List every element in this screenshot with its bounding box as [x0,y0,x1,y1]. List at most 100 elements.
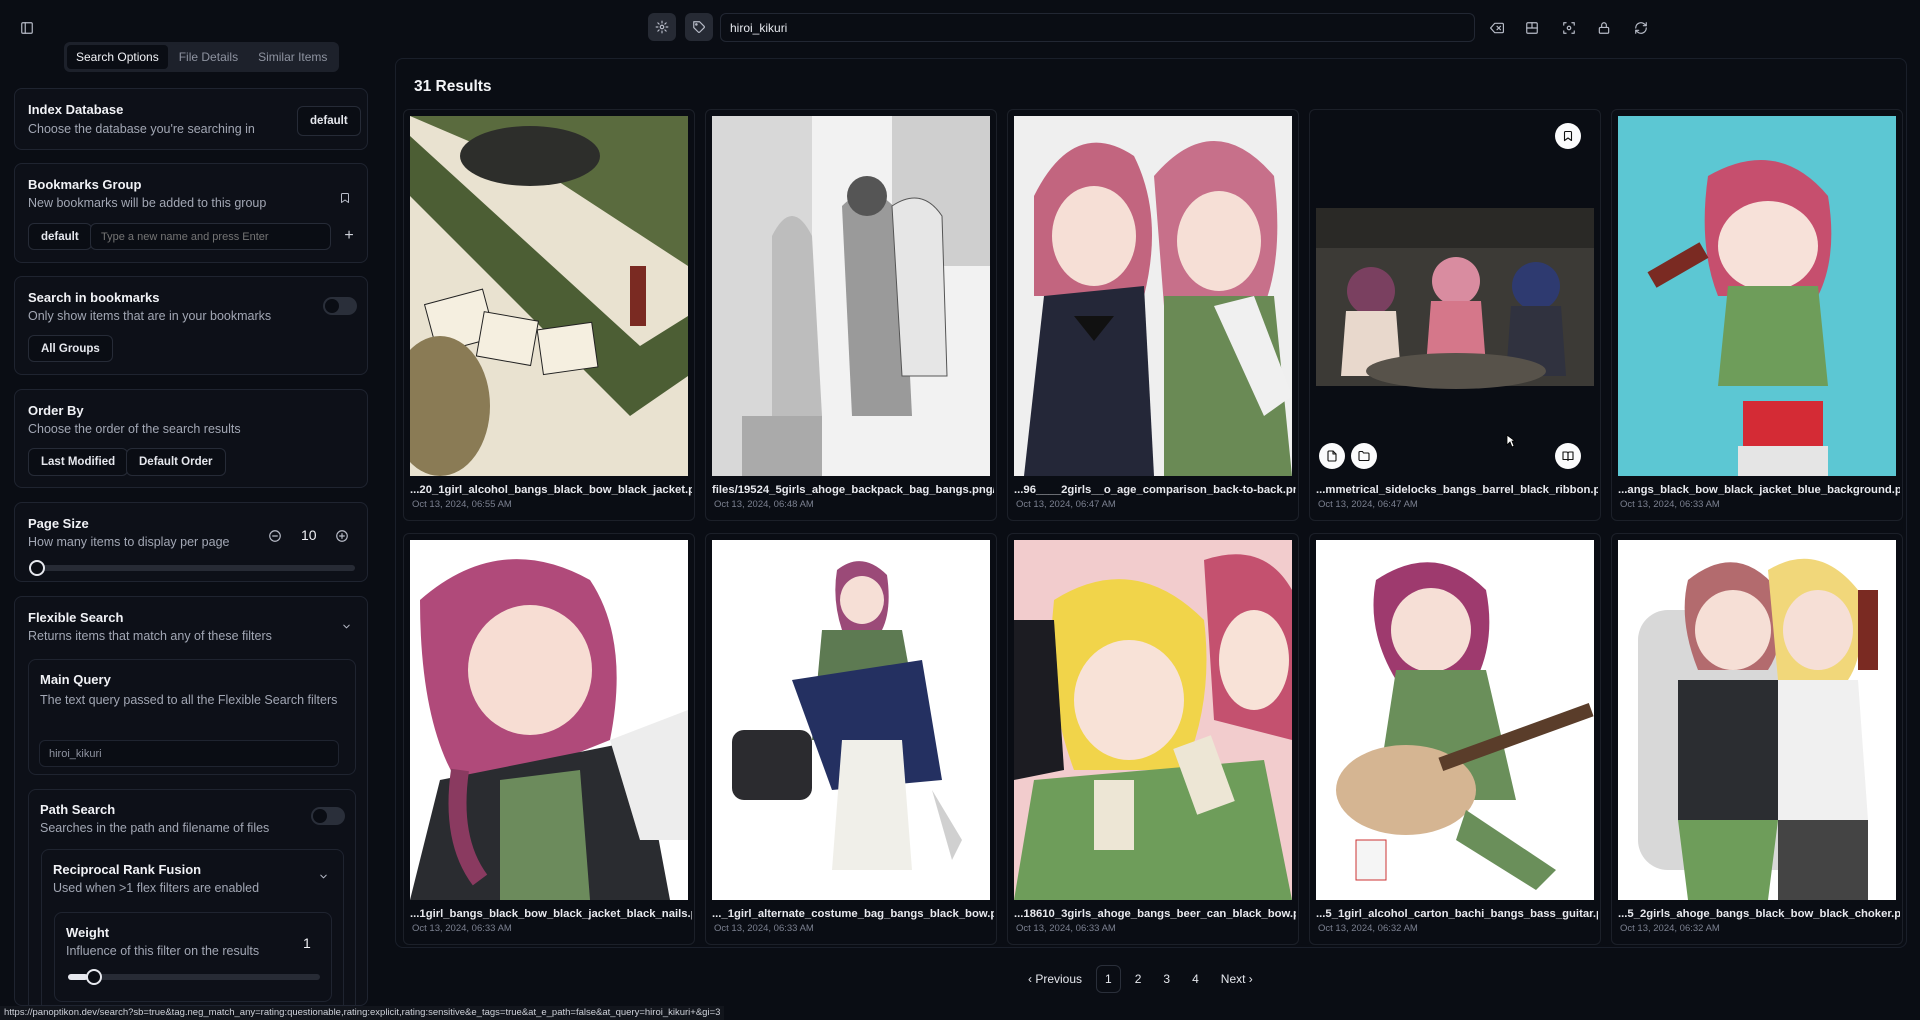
result-date: Oct 13, 2024, 06:47 AM [1016,499,1116,510]
result-filename: ...angs_black_bow_black_jacket_blue_back… [1618,484,1900,496]
rrf-card: Reciprocal Rank Fusion Used when >1 flex… [41,849,344,1005]
split-view-button[interactable] [1519,15,1545,41]
result-tile[interactable]: ...5_2girls_ahoge_bangs_black_bow_black_… [1611,533,1903,945]
main-query-input[interactable] [39,740,339,767]
result-tile[interactable]: ...mmetrical_sidelocks_bangs_barrel_blac… [1309,109,1601,521]
result-tile[interactable]: ...96____2girls__o_age_comparison_back-t… [1007,109,1299,521]
result-tile[interactable]: ...18610_3girls_ahoge_bangs_beer_can_bla… [1007,533,1299,945]
add-group-button[interactable]: + [338,225,360,247]
file-icon [1326,450,1338,462]
index-database-select[interactable]: default [297,106,361,136]
path-search-description: Searches in the path and filename of fil… [40,821,270,835]
result-date: Oct 13, 2024, 06:32 AM [1318,923,1418,934]
rrf-description: Used when >1 flex filters are enabled [53,881,260,895]
tags-button[interactable] [685,13,713,41]
results-count: 31 Results [414,78,492,95]
result-date: Oct 13, 2024, 06:33 AM [412,923,512,934]
result-tile[interactable]: files/19524_5girls_ahoge_backpack_bag_ba… [705,109,997,521]
search-in-bookmarks-toggle[interactable] [323,297,357,315]
bookmark-icon [339,192,351,204]
new-group-input[interactable] [90,223,331,250]
all-groups-button[interactable]: All Groups [28,335,113,362]
page-3-button[interactable]: 3 [1155,965,1178,993]
page-size-increment-button[interactable] [333,527,351,545]
result-thumbnail[interactable] [1316,540,1594,900]
result-filename: ...20_1girl_alcohol_bangs_black_bow_blac… [410,484,692,496]
open-file-button[interactable] [1319,443,1345,469]
result-thumbnail[interactable] [712,540,990,900]
result-tile[interactable]: ...20_1girl_alcohol_bangs_black_bow_blac… [403,109,695,521]
result-tile[interactable]: ...5_1girl_alcohol_carton_bachi_bangs_ba… [1309,533,1601,945]
open-folder-button[interactable] [1351,443,1377,469]
settings-button[interactable] [648,13,676,41]
result-thumbnail[interactable] [1618,540,1896,900]
tab-search-options[interactable]: Search Options [67,45,168,69]
chevron-down-icon [341,621,352,632]
view-details-button[interactable] [1555,443,1581,469]
result-thumbnail[interactable] [1316,116,1594,476]
sidebar-toggle-button[interactable] [14,15,40,41]
tag-icon [692,20,706,34]
flexible-search-title: Flexible Search [28,610,124,625]
bookmark-overlay-button[interactable] [1555,123,1581,149]
order-by-card: Order By Choose the order of the search … [14,389,368,488]
page-size-slider-thumb[interactable] [29,560,45,576]
settings-icon [655,20,669,34]
folder-icon [1358,450,1370,462]
result-tile[interactable]: ..._1girl_alternate_costume_bag_bangs_bl… [705,533,997,945]
bookmark-button[interactable] [333,186,357,210]
next-page-button[interactable]: Next › [1213,965,1261,993]
bookmark-group-default[interactable]: default [28,223,92,250]
result-filename: files/19524_5girls_ahoge_backpack_bag_ba… [712,484,994,496]
screenshot-icon [1562,21,1576,35]
weight-description: Influence of this filter on the results [66,944,260,958]
result-filename: ...5_2girls_ahoge_bangs_black_bow_black_… [1618,908,1900,920]
page-2-button[interactable]: 2 [1127,965,1150,993]
result-filename: ..._1girl_alternate_costume_bag_bangs_bl… [712,908,994,920]
result-thumbnail[interactable] [712,116,990,476]
page-1-button[interactable]: 1 [1096,965,1121,993]
index-database-description: Choose the database you're searching in [28,122,255,136]
refresh-button[interactable] [1628,15,1654,41]
index-database-card: Index Database Choose the database you'r… [14,88,368,150]
minus-circle-icon [268,529,282,543]
page-4-button[interactable]: 4 [1184,965,1207,993]
search-in-bookmarks-title: Search in bookmarks [28,290,160,305]
page-size-card: Page Size How many items to display per … [14,502,368,582]
lock-button[interactable] [1591,15,1617,41]
result-date: Oct 13, 2024, 06:33 AM [1620,499,1720,510]
result-thumbnail[interactable] [410,540,688,900]
rrf-collapse-button[interactable] [314,867,332,885]
previous-page-button[interactable]: ‹ Previous [1020,965,1090,993]
page-size-slider-track[interactable] [33,565,355,571]
result-filename: ...5_1girl_alcohol_carton_bachi_bangs_ba… [1316,908,1598,920]
clear-input-button[interactable] [1484,15,1510,41]
search-input[interactable] [720,13,1475,42]
tab-file-details[interactable]: File Details [170,45,247,69]
weight-title: Weight [66,925,110,940]
refresh-icon [1634,21,1648,35]
bookmarks-group-card: Bookmarks Group New bookmarks will be ad… [14,163,368,263]
weight-slider-track[interactable] [68,974,320,980]
clear-input-icon [1490,21,1504,35]
weight-slider-fill [68,974,89,980]
order-direction-select[interactable]: Default Order [126,448,226,476]
lock-icon [1597,21,1611,35]
result-tile[interactable]: ...angs_black_bow_black_jacket_blue_back… [1611,109,1903,521]
result-tile[interactable]: ...1girl_bangs_black_bow_black_jacket_bl… [403,533,695,945]
result-thumbnail[interactable] [1014,540,1292,900]
tab-similar-items[interactable]: Similar Items [249,45,336,69]
flexible-search-description: Returns items that match any of these fi… [28,629,272,643]
order-by-select[interactable]: Last Modified [28,448,129,476]
plus-icon: + [344,227,354,244]
flexible-search-collapse-button[interactable] [337,617,355,635]
page-size-decrement-button[interactable] [266,527,284,545]
result-thumbnail[interactable] [410,116,688,476]
path-search-toggle[interactable] [311,807,345,825]
result-thumbnail[interactable] [1014,116,1292,476]
weight-value: 1 [303,935,311,951]
screenshot-button[interactable] [1556,15,1582,41]
weight-slider-thumb[interactable] [86,969,103,985]
rrf-title: Reciprocal Rank Fusion [53,862,202,877]
result-thumbnail[interactable] [1618,116,1896,476]
